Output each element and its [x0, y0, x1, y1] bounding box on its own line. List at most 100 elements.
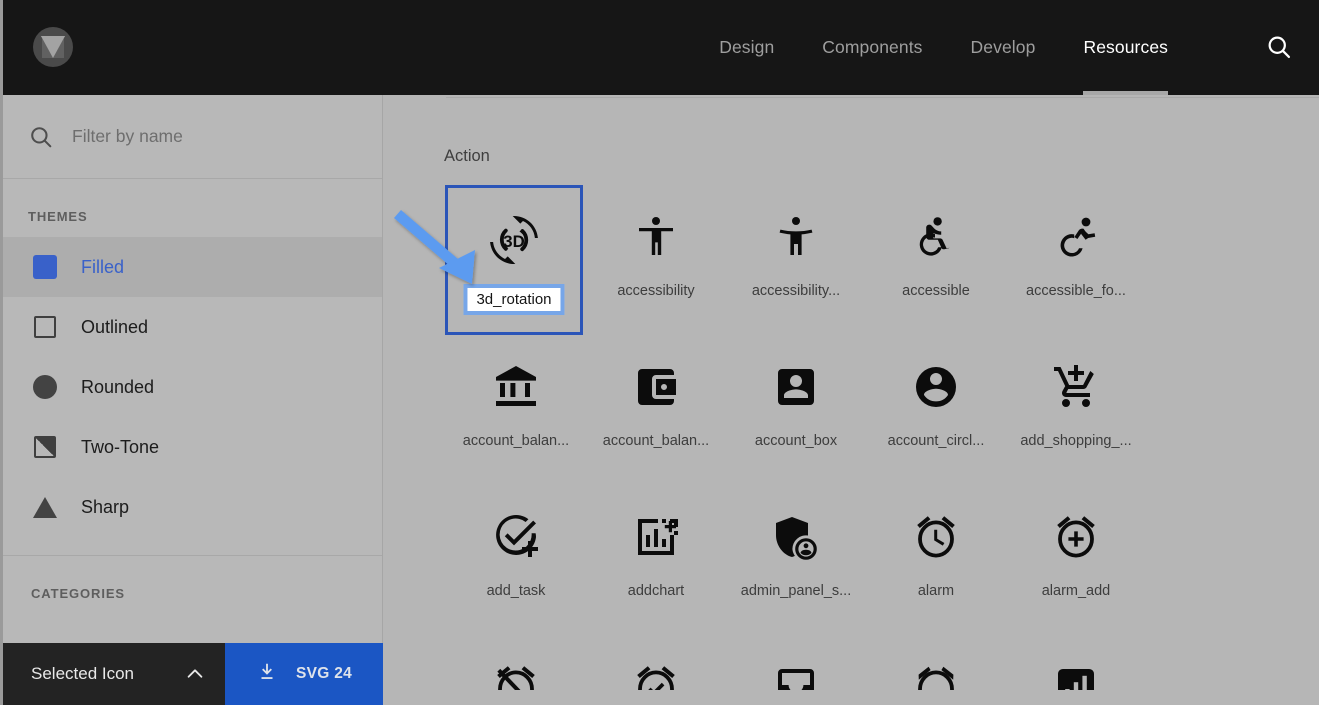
icon-name: add_task: [486, 583, 546, 599]
icon-name: accessibility...: [751, 283, 841, 299]
theme-label: Outlined: [81, 316, 149, 337]
two-tone-swatch-icon: [33, 435, 57, 459]
theme-label: Filled: [81, 256, 125, 277]
outlined-square-swatch-icon: [33, 315, 57, 339]
nav-item-develop[interactable]: Develop: [947, 0, 1060, 95]
icon-grid: 3D 3d_rotation 3d_rotation: [445, 185, 1246, 690]
icon-cell-alarm-on[interactable]: [586, 635, 726, 690]
icon-name: accessible: [902, 283, 970, 299]
header-search-button[interactable]: [1261, 29, 1297, 65]
icon-cell-account-circle[interactable]: account_circl...: [866, 335, 1006, 485]
icon-gallery: Action 3D 3d_rotation 3d_rotation: [383, 95, 1319, 705]
nav-label: Resources: [1083, 37, 1168, 57]
app-window: Design Components Develop Resources Filt…: [0, 0, 1319, 705]
icon-cell-add-shopping-cart[interactable]: add_shopping_...: [1006, 335, 1146, 485]
nav-item-design[interactable]: Design: [695, 0, 798, 95]
admin-panel-settings-icon: [772, 513, 820, 561]
icon-cell-analytics[interactable]: [1006, 635, 1146, 690]
categories-heading: CATEGORIES: [31, 586, 125, 601]
rounded-circle-swatch-icon: [33, 375, 57, 399]
theme-item-two-tone[interactable]: Two-Tone: [3, 417, 382, 477]
add-shopping-cart-icon: [1052, 363, 1100, 411]
icon-cell-accessibility-new[interactable]: accessibility...: [726, 185, 866, 335]
timer-icon: [912, 663, 960, 690]
bottom-action-bar: Selected Icon SVG 24: [3, 643, 383, 705]
icon-group-title: Action: [444, 147, 490, 165]
icon-name: account_box: [754, 433, 838, 449]
download-icon: [256, 661, 278, 688]
theme-label: Two-Tone: [81, 436, 160, 457]
icon-name: account_balan...: [462, 433, 570, 449]
account-balance-wallet-icon: [632, 363, 680, 411]
alarm-icon: [912, 513, 960, 561]
selected-icon-panel-toggle[interactable]: Selected Icon: [3, 643, 225, 705]
chevron-up-icon: [184, 663, 206, 685]
icon-name: alarm: [917, 583, 955, 599]
selected-icon-tooltip: 3d_rotation: [463, 284, 565, 315]
icon-cell-addchart[interactable]: addchart: [586, 485, 726, 635]
icon-name: accessibility: [617, 283, 695, 299]
primary-nav: Design Components Develop Resources: [695, 0, 1192, 95]
icon-cell-alarm[interactable]: alarm: [866, 485, 1006, 635]
top-header: Design Components Develop Resources: [3, 0, 1319, 95]
icon-cell-alarm-off[interactable]: [446, 635, 586, 690]
theme-item-sharp[interactable]: Sharp: [3, 477, 382, 537]
search-icon: [1268, 36, 1291, 59]
icon-cell-add-task[interactable]: add_task: [446, 485, 586, 635]
icon-name: accessible_fo...: [1026, 283, 1126, 299]
material-design-logo-icon: [33, 27, 73, 67]
theme-label: Sharp: [81, 496, 130, 517]
themes-heading: THEMES: [28, 209, 88, 224]
icon-name: account_circl...: [887, 433, 985, 449]
3d-rotation-icon: 3D: [490, 216, 538, 264]
theme-item-outlined[interactable]: Outlined: [3, 297, 382, 357]
icon-cell-accessible[interactable]: accessible: [866, 185, 1006, 335]
nav-item-components[interactable]: Components: [798, 0, 946, 95]
icon-name: addchart: [627, 583, 685, 599]
theme-item-filled[interactable]: Filled: [3, 237, 382, 297]
icon-cell-account-balance[interactable]: account_balan...: [446, 335, 586, 485]
accessibility-new-icon: [772, 213, 820, 261]
filter-by-name-input[interactable]: [72, 126, 322, 147]
account-balance-icon: [492, 363, 540, 411]
theme-label: Rounded: [81, 376, 155, 397]
download-svg-button[interactable]: SVG 24: [225, 643, 383, 705]
icon-cell-accessibility[interactable]: accessibility: [586, 185, 726, 335]
icon-cell-all-inbox[interactable]: [726, 635, 866, 690]
alarm-off-icon: [492, 663, 540, 690]
icon-cell-3d-rotation[interactable]: 3D 3d_rotation 3d_rotation: [445, 185, 583, 335]
alarm-on-icon: [632, 663, 680, 690]
nav-item-resources[interactable]: Resources: [1059, 0, 1192, 95]
sharp-triangle-swatch-icon: [33, 495, 57, 519]
download-label: SVG 24: [295, 665, 353, 682]
accessible-icon: [912, 213, 960, 261]
nav-label: Design: [719, 37, 775, 57]
addchart-icon: [632, 513, 680, 561]
theme-item-rounded[interactable]: Rounded: [3, 357, 382, 417]
add-task-icon: [492, 513, 540, 561]
selected-icon-label: Selected Icon: [31, 664, 135, 683]
analytics-icon: [1052, 663, 1100, 690]
accessible-forward-icon: [1052, 213, 1100, 261]
icon-cell-alarm-add[interactable]: alarm_add: [1006, 485, 1146, 635]
all-inbox-icon: [772, 663, 820, 690]
icon-cell-timer[interactable]: [866, 635, 1006, 690]
icon-name: admin_panel_s...: [740, 583, 852, 599]
filter-row[interactable]: [3, 95, 382, 179]
icon-cell-accessible-forward[interactable]: accessible_fo...: [1006, 185, 1146, 335]
icon-cell-account-balance-wallet[interactable]: account_balan...: [586, 335, 726, 485]
account-box-icon: [772, 363, 820, 411]
logo-square-shape: [42, 36, 64, 58]
content-top-divider: [446, 97, 1319, 98]
site-logo[interactable]: [33, 27, 73, 67]
icon-name: add_shopping_...: [1020, 433, 1132, 449]
alarm-add-icon: [1052, 513, 1100, 561]
icon-cell-admin-panel-settings[interactable]: admin_panel_s...: [726, 485, 866, 635]
icon-name: alarm_add: [1041, 583, 1111, 599]
icon-name: account_balan...: [602, 433, 710, 449]
filled-square-swatch-icon: [33, 255, 57, 279]
icon-cell-account-box[interactable]: account_box: [726, 335, 866, 485]
left-sidebar: THEMES Filled Outlined Rounded Two-Tone …: [3, 95, 383, 705]
themes-list: Filled Outlined Rounded Two-Tone Sharp: [3, 237, 382, 537]
accessibility-icon: [632, 213, 680, 261]
